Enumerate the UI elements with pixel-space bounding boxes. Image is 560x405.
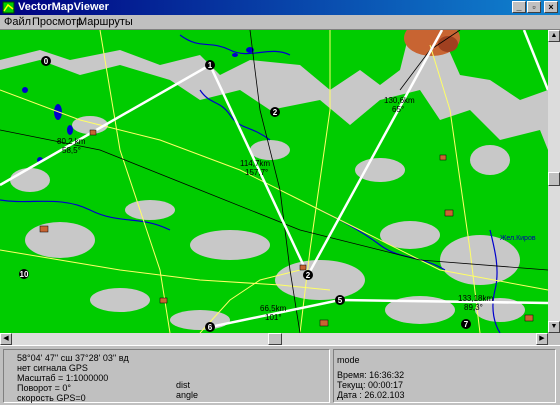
- segment-distance: 66,5km: [260, 304, 287, 313]
- angle-label: angle: [176, 390, 199, 400]
- waypoint-6: 6: [205, 322, 215, 332]
- segment-angle: 58,5°: [62, 146, 81, 155]
- menu-bar: Файл Просмотр Маршруты: [0, 15, 560, 30]
- date-readout: Дата : 26.02.103: [337, 390, 405, 400]
- waypoint-10: 10: [19, 269, 29, 279]
- rotation-readout: Поворот = 0°: [17, 383, 71, 393]
- vertical-scroll-thumb[interactable]: [548, 172, 560, 186]
- waypoint-0: 0: [41, 56, 51, 66]
- svg-text:2: 2: [273, 108, 278, 117]
- waypoint-2a: 2: [270, 107, 280, 117]
- map-svg[interactable]: 0 1 2 2 5 6 7 10 80,2 km 58,5° 114,7km 1…: [0, 30, 548, 333]
- svg-text:0: 0: [44, 57, 49, 66]
- maximize-button[interactable]: ▫: [527, 1, 541, 13]
- window-title: VectorMapViewer: [18, 1, 109, 13]
- waypoint-5: 5: [335, 295, 345, 305]
- status-panel: 58°04' 47'' сш 37°28' 03'' вд нет сигнал…: [0, 345, 560, 405]
- scroll-left-arrow-icon[interactable]: ◀: [0, 333, 12, 345]
- mode-label: mode: [337, 355, 360, 365]
- svg-text:1: 1: [208, 61, 213, 70]
- elapsed-time-readout: Текущ: 00:00:17: [337, 380, 403, 390]
- segment-angle: 65°: [392, 105, 404, 114]
- svg-text:6: 6: [208, 323, 213, 332]
- horizontal-scroll-thumb[interactable]: [268, 333, 282, 345]
- status-right-panel: mode Время: 16:36:32 Текущ: 00:00:17 Дат…: [333, 349, 556, 403]
- scroll-down-arrow-icon[interactable]: ▼: [548, 321, 560, 333]
- scroll-up-arrow-icon[interactable]: ▲: [548, 30, 560, 42]
- gps-speed-readout: скорость GPS=0: [17, 393, 86, 403]
- gps-signal-status: нет сигнала GPS: [17, 363, 88, 373]
- segment-distance: 133,18km: [458, 294, 493, 303]
- close-button[interactable]: ×: [544, 1, 558, 13]
- segment-angle: 101°: [265, 313, 282, 322]
- city-name-label: Жел.Киров: [500, 235, 536, 242]
- segment-distance: 80,2 km: [57, 137, 86, 146]
- scrollbar-corner: [548, 333, 560, 345]
- horizontal-scrollbar[interactable]: ◀ ▶: [0, 333, 548, 345]
- waypoint-1: 1: [205, 60, 215, 70]
- segment-angle: 89,3°: [464, 303, 483, 312]
- map-canvas[interactable]: 0 1 2 2 5 6 7 10 80,2 km 58,5° 114,7km 1…: [0, 30, 548, 333]
- app-icon: [2, 1, 15, 14]
- coordinates-readout: 58°04' 47'' сш 37°28' 03'' вд: [17, 353, 129, 363]
- menu-file[interactable]: Файл: [4, 16, 31, 29]
- svg-text:2: 2: [306, 271, 311, 280]
- status-left-panel: 58°04' 47'' сш 37°28' 03'' вд нет сигнал…: [3, 349, 330, 403]
- svg-text:5: 5: [338, 296, 343, 305]
- segment-distance: 114,7km: [240, 159, 270, 168]
- title-bar: VectorMapViewer _ ▫ ×: [0, 0, 560, 15]
- minimize-button[interactable]: _: [512, 1, 526, 13]
- menu-routes[interactable]: Маршруты: [78, 16, 133, 29]
- svg-text:10: 10: [20, 270, 29, 279]
- scroll-right-arrow-icon[interactable]: ▶: [536, 333, 548, 345]
- segment-distance: 130,6km: [384, 96, 415, 105]
- waypoint-2b: 2: [303, 270, 313, 280]
- segment-angle: 157,7°: [245, 168, 268, 177]
- time-readout: Время: 16:36:32: [337, 370, 405, 380]
- menu-view[interactable]: Просмотр: [32, 16, 82, 29]
- vertical-scrollbar[interactable]: ▲ ▼: [548, 30, 560, 333]
- svg-text:7: 7: [464, 320, 469, 329]
- waypoint-7: 7: [461, 319, 471, 329]
- map-scale: Масштаб = 1:1000000: [17, 373, 109, 383]
- dist-label: dist: [176, 380, 191, 390]
